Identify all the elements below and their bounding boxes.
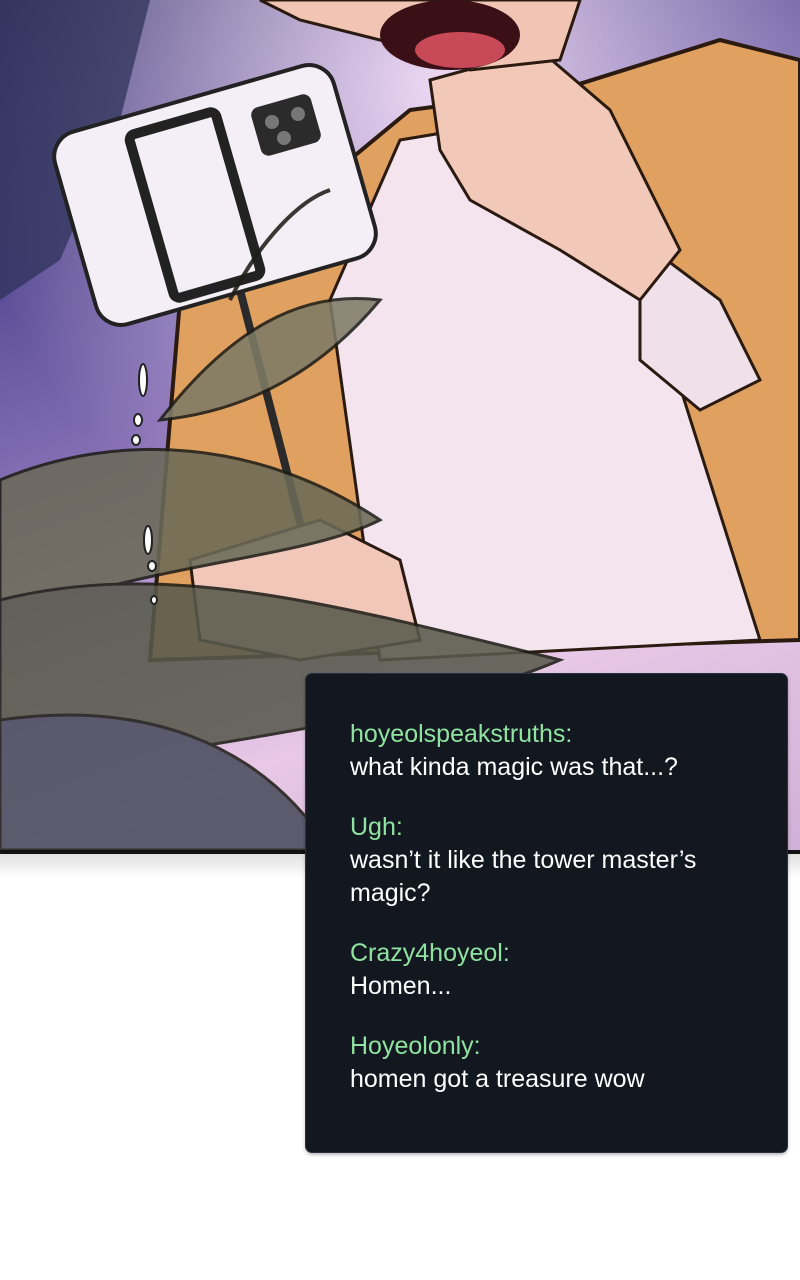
livestream-chat-box: hoyeolspeakstruths: what kinda magic was… xyxy=(306,674,787,1152)
chat-message: Hoyeolonly: homen got a treasure wow xyxy=(350,1030,767,1096)
chat-message: hoyeolspeakstruths: what kinda magic was… xyxy=(350,718,767,784)
chat-message: Ugh: wasn’t it like the tower master’s m… xyxy=(350,811,767,910)
chat-username: Hoyeolonly: xyxy=(350,1032,481,1060)
chat-username: Crazy4hoyeol: xyxy=(350,939,510,967)
chat-message-text: Homen... xyxy=(350,972,452,1000)
chat-message-text: what kinda magic was that...? xyxy=(350,753,678,781)
chat-message-text: wasn’t it like the tower master’s magic? xyxy=(350,846,697,907)
chat-message: Crazy4hoyeol: Homen... xyxy=(350,937,767,1003)
chat-message-text: homen got a treasure wow xyxy=(350,1065,645,1093)
chat-username: Ugh: xyxy=(350,813,403,841)
chat-username: hoyeolspeakstruths: xyxy=(350,720,573,748)
